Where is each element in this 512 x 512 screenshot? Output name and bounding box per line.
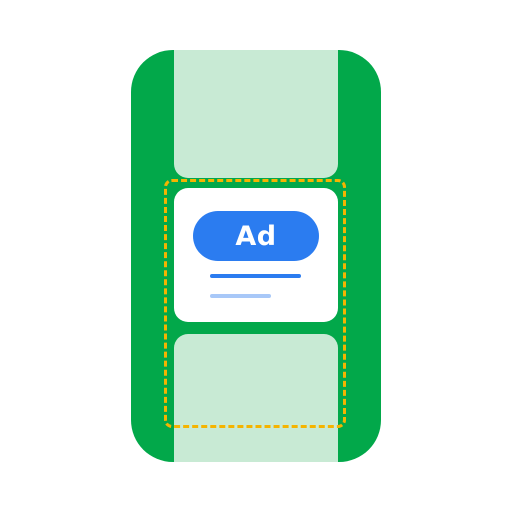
- ad-text-line-secondary: [210, 294, 271, 298]
- ad-text-line-primary: [210, 274, 301, 278]
- ad-badge: Ad: [193, 211, 319, 261]
- illustration-canvas: Ad: [0, 0, 512, 512]
- content-placeholder-top: [174, 50, 338, 178]
